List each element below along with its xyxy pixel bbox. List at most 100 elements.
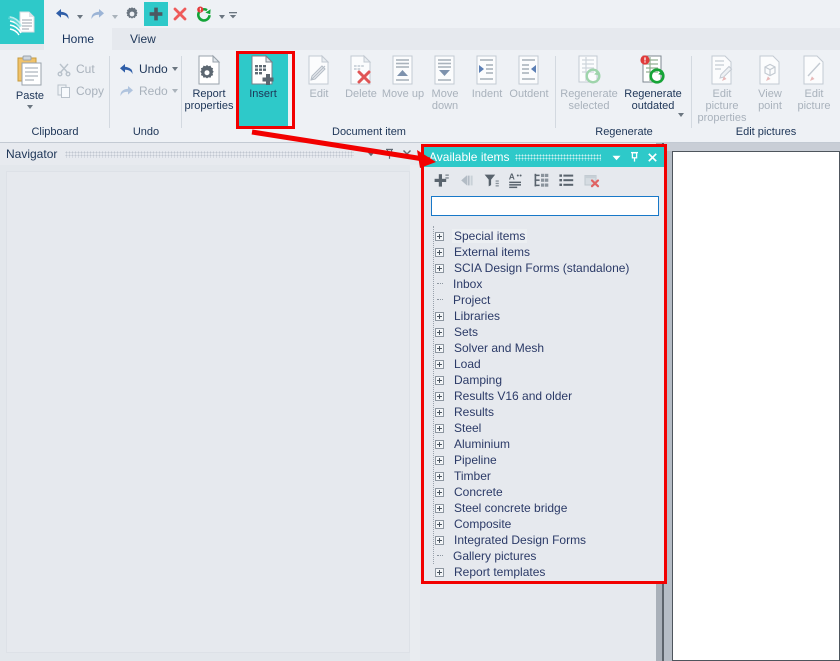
view-point-label: View point bbox=[758, 88, 782, 112]
tree-item[interactable]: Damping bbox=[434, 372, 664, 388]
expand-toggle-icon[interactable] bbox=[434, 231, 445, 242]
tree-item[interactable]: Steel bbox=[434, 420, 664, 436]
qa-redo-button[interactable] bbox=[85, 2, 109, 26]
tree-item[interactable]: Solver and Mesh bbox=[434, 340, 664, 356]
panel-close-button[interactable] bbox=[643, 147, 661, 167]
tree-item[interactable]: Integrated Design Forms bbox=[434, 532, 664, 548]
edit-picture-button[interactable]: Edit picture bbox=[792, 54, 836, 112]
navigator-pin-button[interactable] bbox=[380, 145, 398, 163]
chevron-down-icon bbox=[367, 152, 375, 157]
tree-item[interactable]: Report templates bbox=[434, 564, 664, 580]
tree-item[interactable]: Timber bbox=[434, 468, 664, 484]
expand-toggle-icon[interactable] bbox=[434, 423, 445, 434]
qa-regenerate-button[interactable] bbox=[192, 2, 216, 26]
paste-button[interactable]: Paste bbox=[4, 54, 56, 109]
navigator-tree-area[interactable] bbox=[6, 171, 410, 653]
navigator-scrollbar[interactable] bbox=[410, 165, 420, 661]
paste-caret-icon[interactable] bbox=[27, 105, 33, 109]
navigator-dropdown-button[interactable] bbox=[362, 145, 380, 163]
tree-item[interactable]: Sets bbox=[434, 324, 664, 340]
panel-filter-button[interactable] bbox=[480, 169, 502, 191]
panel-sort-az-button[interactable]: A bbox=[505, 169, 527, 191]
panel-group-tree-button[interactable] bbox=[530, 169, 552, 191]
regenerate-outdated-caret-icon[interactable] bbox=[678, 113, 684, 117]
regenerate-outdated-button[interactable]: Regenerate outdated bbox=[622, 54, 684, 112]
tab-view[interactable]: View bbox=[112, 28, 174, 50]
ribbon-group-regenerate-title: Regenerate bbox=[595, 126, 653, 138]
expand-toggle-icon[interactable] bbox=[434, 391, 445, 402]
tree-item[interactable]: SCIA Design Forms (standalone) bbox=[434, 260, 664, 276]
document-page[interactable] bbox=[672, 151, 840, 661]
tree-item-label: Inbox bbox=[453, 277, 483, 291]
paste-clipboard-icon bbox=[17, 55, 42, 86]
expand-toggle-icon[interactable] bbox=[434, 487, 445, 498]
search-input[interactable] bbox=[431, 196, 659, 216]
expand-toggle-icon[interactable] bbox=[434, 503, 445, 514]
qa-regenerate-caret[interactable] bbox=[216, 2, 227, 26]
tree-item-label: Aluminium bbox=[454, 437, 511, 451]
delete-box-icon bbox=[584, 174, 599, 187]
panel-insert-into-report-button[interactable] bbox=[455, 169, 477, 191]
edit-picture-properties-button[interactable]: Edit picture properties bbox=[696, 54, 748, 124]
expand-toggle-icon[interactable] bbox=[434, 567, 445, 578]
qa-insert-button[interactable] bbox=[144, 2, 168, 26]
navigator-drag-dots[interactable] bbox=[65, 150, 354, 158]
expand-toggle-icon[interactable] bbox=[434, 519, 445, 530]
ribbon-redo-button[interactable]: Redo bbox=[118, 80, 178, 102]
expand-toggle-icon[interactable] bbox=[434, 359, 445, 370]
expand-toggle-icon[interactable] bbox=[434, 327, 445, 338]
tree-item[interactable]: Gallery pictures bbox=[434, 548, 664, 564]
tree-item[interactable]: Concrete bbox=[434, 484, 664, 500]
tree-item[interactable]: Composite bbox=[434, 516, 664, 532]
tree-item[interactable]: Project bbox=[434, 292, 664, 308]
tree-item[interactable]: Results V16 and older bbox=[434, 388, 664, 404]
app-logo[interactable] bbox=[0, 0, 44, 44]
expand-toggle-icon[interactable] bbox=[434, 407, 445, 418]
tree-item[interactable]: Aluminium bbox=[434, 436, 664, 452]
document-top-edge bbox=[664, 143, 840, 151]
expand-toggle-icon[interactable] bbox=[434, 263, 445, 274]
available-items-title-bar[interactable]: Available items bbox=[424, 147, 664, 167]
expand-toggle-icon[interactable] bbox=[434, 455, 445, 466]
cut-button[interactable]: Cut bbox=[56, 58, 95, 80]
qa-undo-caret[interactable] bbox=[74, 2, 85, 26]
qa-undo-button[interactable] bbox=[50, 2, 74, 26]
insert-button[interactable]: Insert bbox=[236, 54, 290, 100]
report-properties-button[interactable]: Report properties bbox=[182, 54, 236, 112]
tree-item[interactable]: External items bbox=[434, 244, 664, 260]
tree-item[interactable]: Load bbox=[434, 356, 664, 372]
tree-item[interactable]: Steel concrete bridge bbox=[434, 500, 664, 516]
expand-toggle-icon[interactable] bbox=[434, 247, 445, 258]
expand-toggle-icon[interactable] bbox=[434, 311, 445, 322]
navigator-close-button[interactable] bbox=[398, 145, 416, 163]
pin-icon bbox=[630, 151, 638, 162]
qa-redo-caret[interactable] bbox=[109, 2, 120, 26]
qa-report-properties-button[interactable] bbox=[120, 2, 144, 26]
ribbon-undo-button[interactable]: Undo bbox=[118, 58, 178, 80]
tab-home[interactable]: Home bbox=[44, 28, 113, 50]
tree-item[interactable]: Results bbox=[434, 404, 664, 420]
panel-dropdown-button[interactable] bbox=[607, 147, 625, 167]
view-point-button[interactable]: View point bbox=[748, 54, 792, 112]
expand-toggle-icon[interactable] bbox=[434, 375, 445, 386]
expand-toggle-icon[interactable] bbox=[434, 471, 445, 482]
expand-toggle-icon[interactable] bbox=[434, 439, 445, 450]
outdent-button[interactable]: Outdent bbox=[502, 54, 556, 100]
panel-list-view-button[interactable] bbox=[555, 169, 577, 191]
expand-toggle-icon[interactable] bbox=[434, 535, 445, 546]
panel-insert-item-button[interactable] bbox=[430, 169, 452, 191]
panel-pin-button[interactable] bbox=[625, 147, 643, 167]
regenerate-selected-button[interactable]: Regenerate selected bbox=[560, 54, 618, 112]
qa-delete-button[interactable] bbox=[168, 2, 192, 26]
panel-drag-dots[interactable] bbox=[515, 153, 601, 161]
tree-item[interactable]: Libraries bbox=[434, 308, 664, 324]
expand-toggle-icon[interactable] bbox=[434, 343, 445, 354]
ribbon-redo-caret-icon[interactable] bbox=[171, 89, 178, 93]
tree-item[interactable]: Special items bbox=[434, 228, 664, 244]
tree-item[interactable]: Pipeline bbox=[434, 452, 664, 468]
ribbon-undo-caret-icon[interactable] bbox=[171, 67, 178, 71]
copy-button[interactable]: Copy bbox=[56, 80, 104, 102]
panel-delete-item-button[interactable] bbox=[580, 169, 602, 191]
tree-item[interactable]: Inbox bbox=[434, 276, 664, 292]
qa-overflow-button[interactable] bbox=[227, 2, 238, 26]
